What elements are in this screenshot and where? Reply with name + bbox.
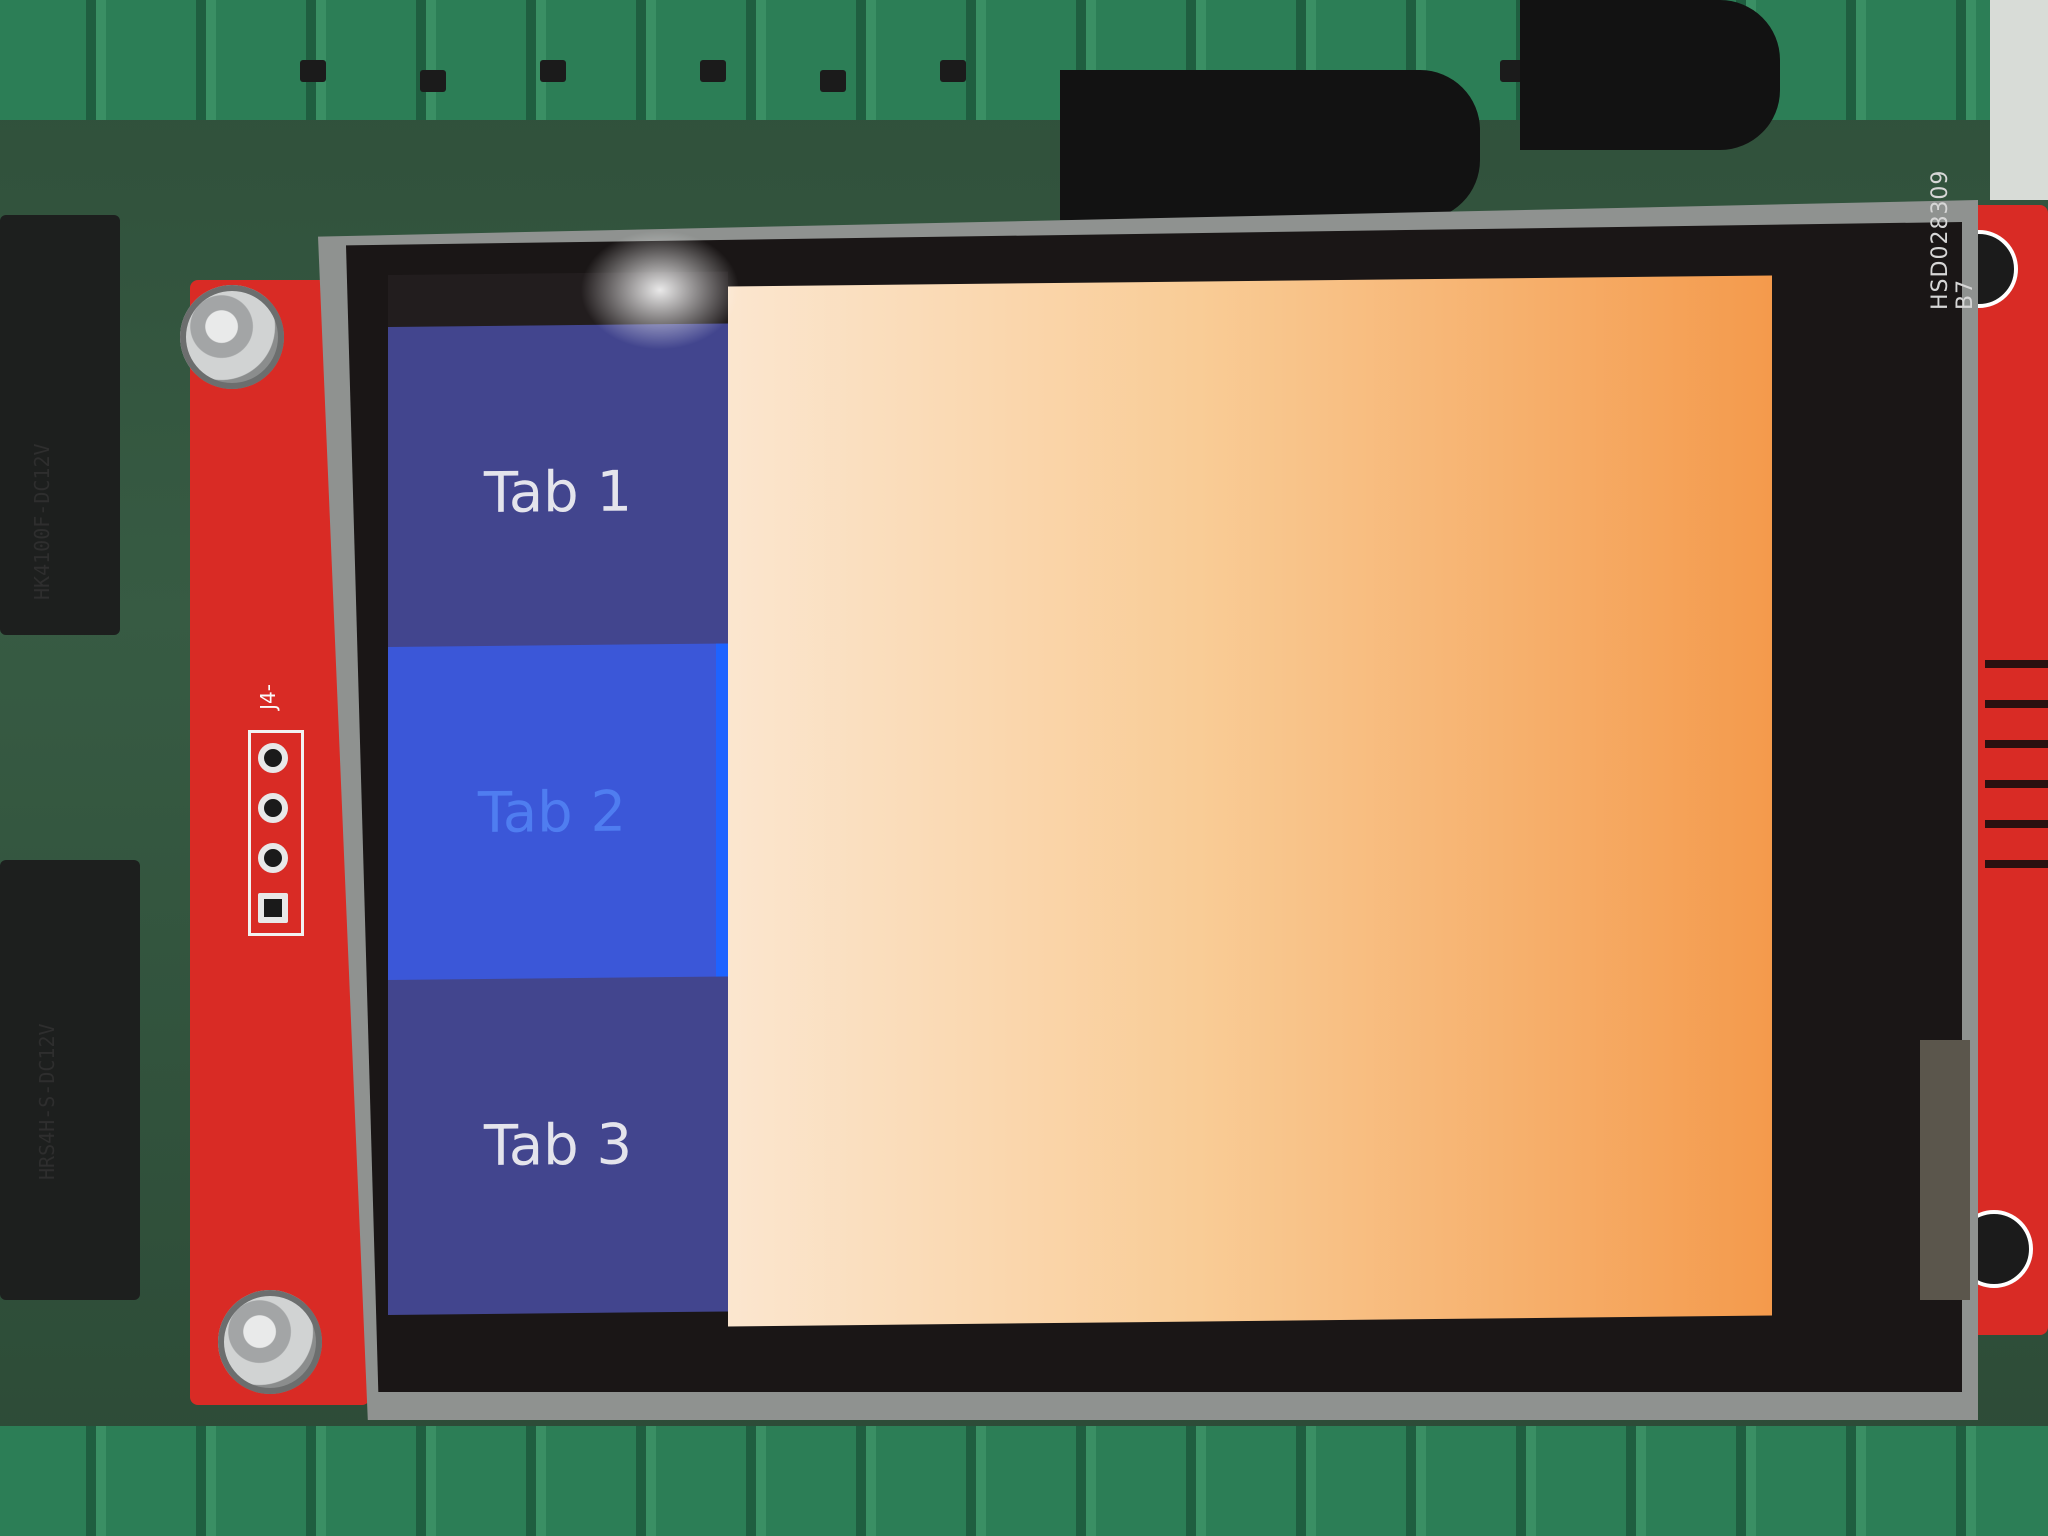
terminal-screw [820,70,846,92]
header-pin [258,893,288,923]
pcb-trace [1985,740,2048,748]
relay-top [0,215,120,635]
header-j4 [248,730,304,936]
tab-bar: Tab 1 Tab 2 Tab 3 [388,271,728,1335]
tab-2[interactable]: Tab 2 [388,643,728,982]
mounting-screw-top [180,285,284,389]
relay-bottom [0,860,140,1300]
mounting-screw-bottom [218,1290,322,1394]
fpc-connector [1920,1040,1970,1300]
pcb-trace [1985,820,2048,828]
connector-block [1060,70,1480,220]
terminal-screw [300,60,326,82]
pcb-trace [1985,780,2048,788]
terminal-screw [420,70,446,92]
relay-bottom-label: HRS4H-S-DC12V [35,1023,59,1180]
tab-3-label: Tab 3 [483,1112,633,1179]
terminal-block-bottom [0,1426,2048,1536]
tab-1-label: Tab 1 [483,459,633,526]
header-pin [258,793,288,823]
header-label: J4- [255,684,280,710]
tab-1[interactable]: Tab 1 [388,323,728,662]
terminal-screw [700,60,726,82]
tab-3[interactable]: Tab 3 [388,976,728,1315]
tab-content-panel [728,275,1772,1327]
pcb-trace [1985,700,2048,708]
barrel-jack [1520,0,1780,150]
board-edge [1990,0,2048,200]
lcd-screen: Tab 1 Tab 2 Tab 3 [388,261,1772,1335]
pcb-trace [1985,660,2048,668]
terminal-screw [540,60,566,82]
header-pin [258,843,288,873]
module-label: HSD028309 B7 [1928,169,1978,310]
screen-glare [580,230,740,350]
terminal-screw [940,60,966,82]
header-pin [258,743,288,773]
tab-2-label: Tab 2 [477,779,627,847]
pcb-trace [1985,860,2048,868]
relay-top-label: HK4100F-DC12V [30,443,54,600]
